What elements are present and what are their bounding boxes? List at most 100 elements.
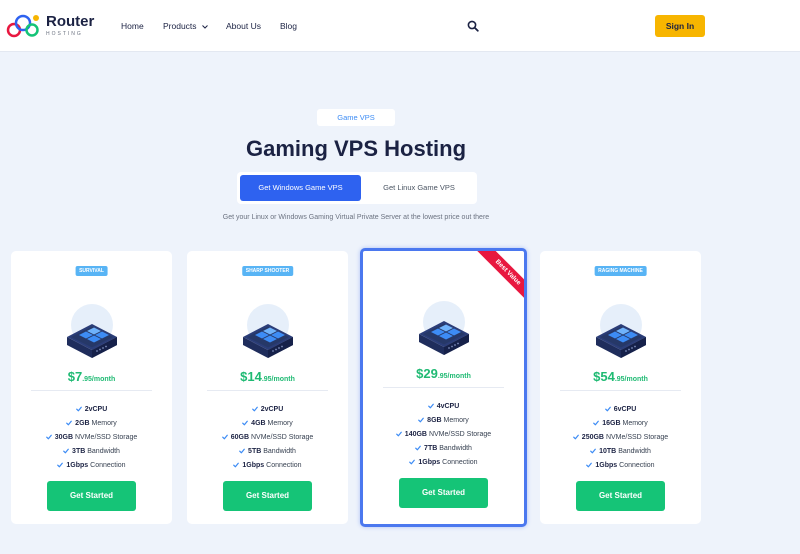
nav-blog[interactable]: Blog — [280, 0, 297, 52]
feature-item: 7TB Bandwidth — [363, 442, 524, 456]
feature-value: 4GB — [251, 420, 266, 427]
feature-item: 2vCPU — [187, 403, 348, 417]
feature-value: 2GB — [75, 420, 90, 427]
price-period: .95/month — [614, 376, 648, 383]
price-period: .95/month — [82, 376, 116, 383]
feature-item: 140GB NVMe/SSD Storage — [363, 428, 524, 442]
nav-products[interactable]: Products — [163, 0, 208, 52]
check-icon — [239, 448, 245, 454]
tab-linux-game-vps[interactable]: Get Linux Game VPS — [364, 175, 474, 201]
feature-item: 1Gbps Connection — [540, 459, 701, 473]
page-subtitle: Get your Linux or Windows Gaming Virtual… — [222, 214, 490, 221]
feature-item: 1Gbps Connection — [11, 459, 172, 473]
feature-item: 60GB NVMe/SSD Storage — [187, 431, 348, 445]
plan-price: $14.95/month — [187, 368, 348, 386]
nav-home[interactable]: Home — [121, 0, 144, 52]
get-started-button[interactable]: Get Started — [576, 481, 665, 511]
feature-value: 30GB — [54, 434, 74, 441]
feature-item: 1Gbps Connection — [363, 456, 524, 470]
pricing-card-3: $29.95/month 4vCPU 8GB Memory 140GB NVMe/S… — [360, 248, 527, 527]
tab-windows-game-vps[interactable]: Get Windows Game VPS — [240, 175, 361, 201]
sign-in-button[interactable]: Sign In — [655, 15, 705, 37]
check-icon — [590, 448, 596, 454]
feature-label: Connection — [619, 462, 655, 469]
check-icon — [57, 462, 64, 468]
feature-label: NVMe/SSD Storage — [75, 434, 138, 441]
check-icon — [66, 420, 73, 426]
feature-label: NVMe/SSD Storage — [251, 434, 314, 441]
search-icon[interactable] — [467, 20, 479, 32]
nav-about-us[interactable]: About Us — [226, 0, 261, 52]
feature-value: 60GB — [230, 434, 250, 441]
feature-list: 6vCPU 16GB Memory 250GB NVMe/SSD Storage 10… — [540, 403, 701, 473]
os-tabs: Get Windows Game VPS Get Linux Game VPS — [237, 172, 477, 204]
page-title: Gaming VPS Hosting — [245, 136, 467, 161]
divider — [207, 390, 328, 391]
plan-badge: SHARP SHOOTER — [241, 266, 294, 276]
feature-item: 8GB Memory — [363, 414, 524, 428]
feature-label: Bandwidth — [439, 445, 472, 452]
feature-value: 1Gbps — [66, 462, 89, 469]
feature-label: NVMe/SSD Storage — [428, 431, 492, 438]
feature-item: 4GB Memory — [187, 417, 348, 431]
ribbon-label: Best Value — [475, 251, 524, 306]
feature-value: 250GB — [581, 434, 604, 441]
get-started-button[interactable]: Get Started — [47, 481, 136, 511]
check-icon — [242, 420, 249, 426]
price-amount: $7 — [67, 369, 83, 384]
feature-item: 3TB Bandwidth — [11, 445, 172, 459]
price-amount: $54 — [593, 369, 615, 384]
feature-item: 30GB NVMe/SSD Storage — [11, 431, 172, 445]
check-icon — [221, 434, 228, 440]
feature-label: Connection — [442, 459, 478, 466]
plan-price: $29.95/month — [363, 365, 524, 383]
feature-item: 6vCPU — [540, 403, 701, 417]
feature-item: 4vCPU — [363, 400, 524, 414]
feature-label: Memory — [443, 417, 469, 424]
price-amount: $29 — [416, 366, 438, 381]
check-icon — [427, 403, 434, 409]
plan-price: $7.95/month — [11, 368, 172, 386]
check-icon — [75, 406, 82, 412]
get-started-button[interactable]: Get Started — [399, 478, 488, 508]
feature-list: 4vCPU 8GB Memory 140GB NVMe/SSD Storage 7TB… — [363, 400, 524, 470]
feature-label: Memory — [267, 420, 293, 427]
feature-value: 7TB — [424, 445, 438, 452]
feature-label: Memory — [91, 420, 117, 427]
pricing-card-4: RAGING MACHINE $54.95/month 6vCPU 16GB Me… — [540, 251, 701, 524]
feature-label: Bandwidth — [618, 448, 651, 455]
check-icon — [409, 459, 416, 465]
feature-label: Bandwidth — [87, 448, 120, 455]
feature-label: NVMe/SSD Storage — [605, 434, 669, 441]
price-amount: $14 — [240, 369, 262, 384]
feature-item: 16GB Memory — [540, 417, 701, 431]
check-icon — [45, 434, 52, 440]
feature-value: 8GB — [427, 417, 442, 424]
check-icon — [415, 445, 421, 451]
feature-label: Bandwidth — [263, 448, 296, 455]
feature-item: 10TB Bandwidth — [540, 445, 701, 459]
feature-item: 5TB Bandwidth — [187, 445, 348, 459]
logo[interactable]: Router HOSTING — [6, 12, 96, 40]
best-value-ribbon: Best Value — [464, 251, 524, 311]
server-icon — [595, 304, 646, 358]
plan-price: $54.95/month — [540, 368, 701, 386]
check-icon — [63, 448, 69, 454]
price-period: .95/month — [437, 373, 471, 380]
feature-item: 250GB NVMe/SSD Storage — [540, 431, 701, 445]
site-header: Router HOSTING Home Products About Us Bl… — [0, 0, 800, 52]
feature-list: 2vCPU 4GB Memory 60GB NVMe/SSD Storage 5TB … — [187, 403, 348, 473]
pricing-card-1: SURVIVAL $7.95/month 2vCPU 2GB Memory 30GB… — [11, 251, 172, 524]
feature-value: 2vCPU — [84, 406, 108, 413]
section-badge: Game VPS — [317, 109, 395, 126]
check-icon — [586, 462, 593, 468]
feature-item: 2GB Memory — [11, 417, 172, 431]
get-started-button[interactable]: Get Started — [223, 481, 312, 511]
feature-value: 4vCPU — [436, 403, 460, 410]
feature-value: 1Gbps — [418, 459, 441, 466]
feature-value: 3TB — [72, 448, 86, 455]
check-icon — [251, 406, 258, 412]
check-icon — [418, 417, 425, 423]
divider — [31, 390, 152, 391]
plan-badge: SURVIVAL — [75, 266, 108, 276]
